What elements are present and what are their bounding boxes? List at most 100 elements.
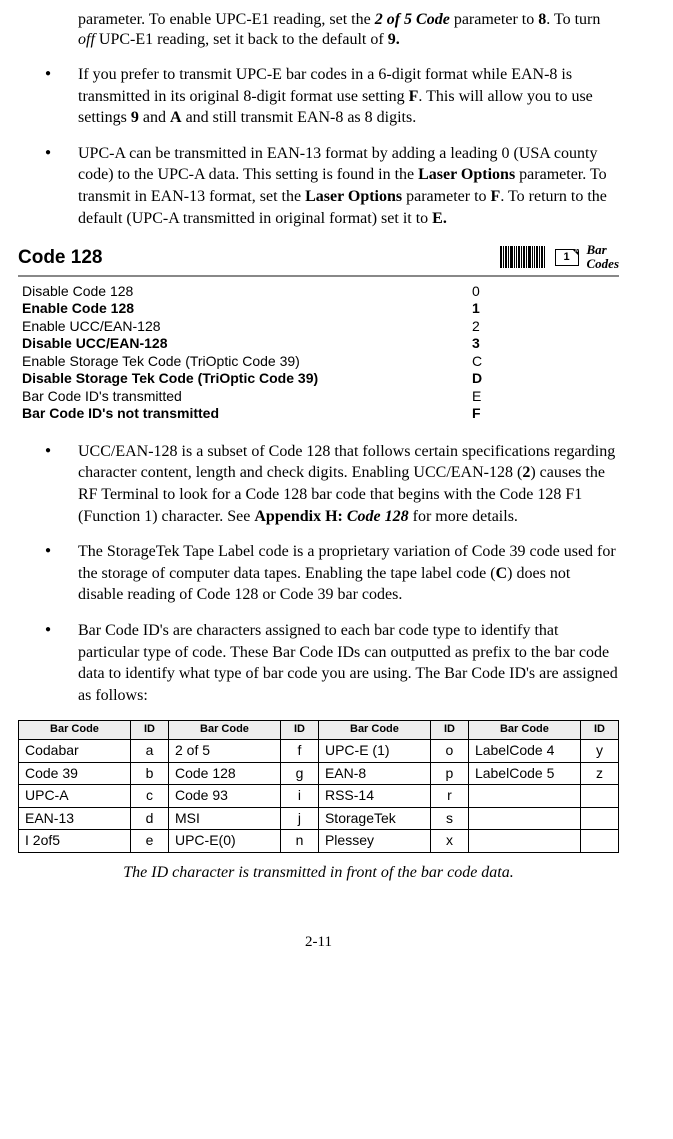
table-cell: Code 39 <box>19 762 131 785</box>
bullet-item: If you prefer to transmit UPC-E bar code… <box>18 64 619 129</box>
bullet-text: If you prefer to transmit UPC-E bar code… <box>78 64 619 129</box>
table-cell: s <box>430 807 468 830</box>
table-cell: n <box>280 830 318 853</box>
table-header: Bar Code <box>168 721 280 740</box>
option-label: Bar Code ID's transmitted <box>22 388 472 406</box>
section-divider <box>18 275 619 277</box>
table-cell: EAN-13 <box>19 807 131 830</box>
table-cell: UPC-E(0) <box>168 830 280 853</box>
option-label: Disable Code 128 <box>22 283 472 301</box>
table-cell: Code 128 <box>168 762 280 785</box>
option-value: 3 <box>472 335 512 353</box>
table-cell: e <box>130 830 168 853</box>
table-cell: RSS-14 <box>318 785 430 808</box>
table-cell: j <box>280 807 318 830</box>
bullet-text: Bar Code ID's are characters assigned to… <box>78 620 619 706</box>
bullet-item: UPC-A can be transmitted in EAN-13 forma… <box>18 143 619 229</box>
table-cell <box>580 785 618 808</box>
option-label: Enable Storage Tek Code (TriOptic Code 3… <box>22 353 472 371</box>
option-value: D <box>472 370 512 388</box>
option-label: Disable Storage Tek Code (TriOptic Code … <box>22 370 472 388</box>
bullet-text: UCC/EAN-128 is a subset of Code 128 that… <box>78 441 619 527</box>
option-value: 1 <box>472 300 512 318</box>
table-cell <box>580 830 618 853</box>
bullet-text: The StorageTek Tape Label code is a prop… <box>78 541 619 606</box>
options-table: Disable Code 1280Enable Code 1281Enable … <box>22 283 619 423</box>
table-cell: d <box>130 807 168 830</box>
bullet-item: The StorageTek Tape Label code is a prop… <box>18 541 619 606</box>
footer-note: The ID character is transmitted in front… <box>18 863 619 883</box>
table-cell: EAN-8 <box>318 762 430 785</box>
table-cell: UPC-A <box>19 785 131 808</box>
key-icon: 1 w <box>555 249 579 266</box>
table-row: Code 39bCode 128gEAN-8pLabelCode 5z <box>19 762 619 785</box>
option-value: F <box>472 405 512 423</box>
option-row: Bar Code ID's not transmittedF <box>22 405 619 423</box>
bullet-dot-icon <box>18 441 78 461</box>
table-cell: i <box>280 785 318 808</box>
table-header: ID <box>580 721 618 740</box>
table-row: Codabara2 of 5fUPC-E (1)oLabelCode 4y <box>19 740 619 763</box>
table-header: ID <box>130 721 168 740</box>
bullet-dot-icon <box>18 541 78 561</box>
table-cell: x <box>430 830 468 853</box>
bullet-item: Bar Code ID's are characters assigned to… <box>18 620 619 706</box>
option-value: 2 <box>472 318 512 336</box>
table-header: Bar Code <box>318 721 430 740</box>
table-cell: LabelCode 5 <box>468 762 580 785</box>
table-header: Bar Code <box>468 721 580 740</box>
table-header: ID <box>280 721 318 740</box>
table-cell: o <box>430 740 468 763</box>
option-row: Enable UCC/EAN-1282 <box>22 318 619 336</box>
section-title: Code 128 <box>18 246 500 270</box>
table-cell <box>468 830 580 853</box>
table-cell: b <box>130 762 168 785</box>
table-cell: y <box>580 740 618 763</box>
table-cell <box>468 785 580 808</box>
bullet-item: UCC/EAN-128 is a subset of Code 128 that… <box>18 441 619 527</box>
table-cell: Code 93 <box>168 785 280 808</box>
bullet-dot-icon <box>18 143 78 163</box>
option-row: Enable Code 1281 <box>22 300 619 318</box>
table-cell: g <box>280 762 318 785</box>
intro-paragraph: parameter. To enable UPC-E1 reading, set… <box>78 10 619 50</box>
table-cell: a <box>130 740 168 763</box>
table-cell: Plessey <box>318 830 430 853</box>
table-row: EAN-13dMSIjStorageTeks <box>19 807 619 830</box>
table-cell: p <box>430 762 468 785</box>
option-value: C <box>472 353 512 371</box>
option-row: Disable Storage Tek Code (TriOptic Code … <box>22 370 619 388</box>
table-cell <box>580 807 618 830</box>
barcode-icon <box>500 246 545 268</box>
table-cell: c <box>130 785 168 808</box>
table-cell: StorageTek <box>318 807 430 830</box>
option-value: E <box>472 388 512 406</box>
table-header: Bar Code <box>19 721 131 740</box>
table-cell: LabelCode 4 <box>468 740 580 763</box>
table-cell <box>468 807 580 830</box>
option-value: 0 <box>472 283 512 301</box>
table-cell: r <box>430 785 468 808</box>
table-cell: Codabar <box>19 740 131 763</box>
table-cell: f <box>280 740 318 763</box>
id-table: Bar CodeIDBar CodeIDBar CodeIDBar CodeID… <box>18 720 619 852</box>
option-label: Enable UCC/EAN-128 <box>22 318 472 336</box>
page-number: 2-11 <box>18 933 619 952</box>
option-row: Enable Storage Tek Code (TriOptic Code 3… <box>22 353 619 371</box>
table-header: ID <box>430 721 468 740</box>
table-cell: 2 of 5 <box>168 740 280 763</box>
section-header: Code 128 1 w BarCodes <box>18 243 619 272</box>
table-row: I 2of5eUPC-E(0)nPlesseyx <box>19 830 619 853</box>
option-label: Enable Code 128 <box>22 300 472 318</box>
key-label: BarCodes <box>587 243 620 272</box>
bullet-dot-icon <box>18 64 78 84</box>
table-cell: I 2of5 <box>19 830 131 853</box>
option-row: Disable UCC/EAN-1283 <box>22 335 619 353</box>
option-label: Bar Code ID's not transmitted <box>22 405 472 423</box>
bullet-text: UPC-A can be transmitted in EAN-13 forma… <box>78 143 619 229</box>
table-cell: UPC-E (1) <box>318 740 430 763</box>
table-cell: MSI <box>168 807 280 830</box>
option-row: Bar Code ID's transmittedE <box>22 388 619 406</box>
option-label: Disable UCC/EAN-128 <box>22 335 472 353</box>
bullet-dot-icon <box>18 620 78 640</box>
